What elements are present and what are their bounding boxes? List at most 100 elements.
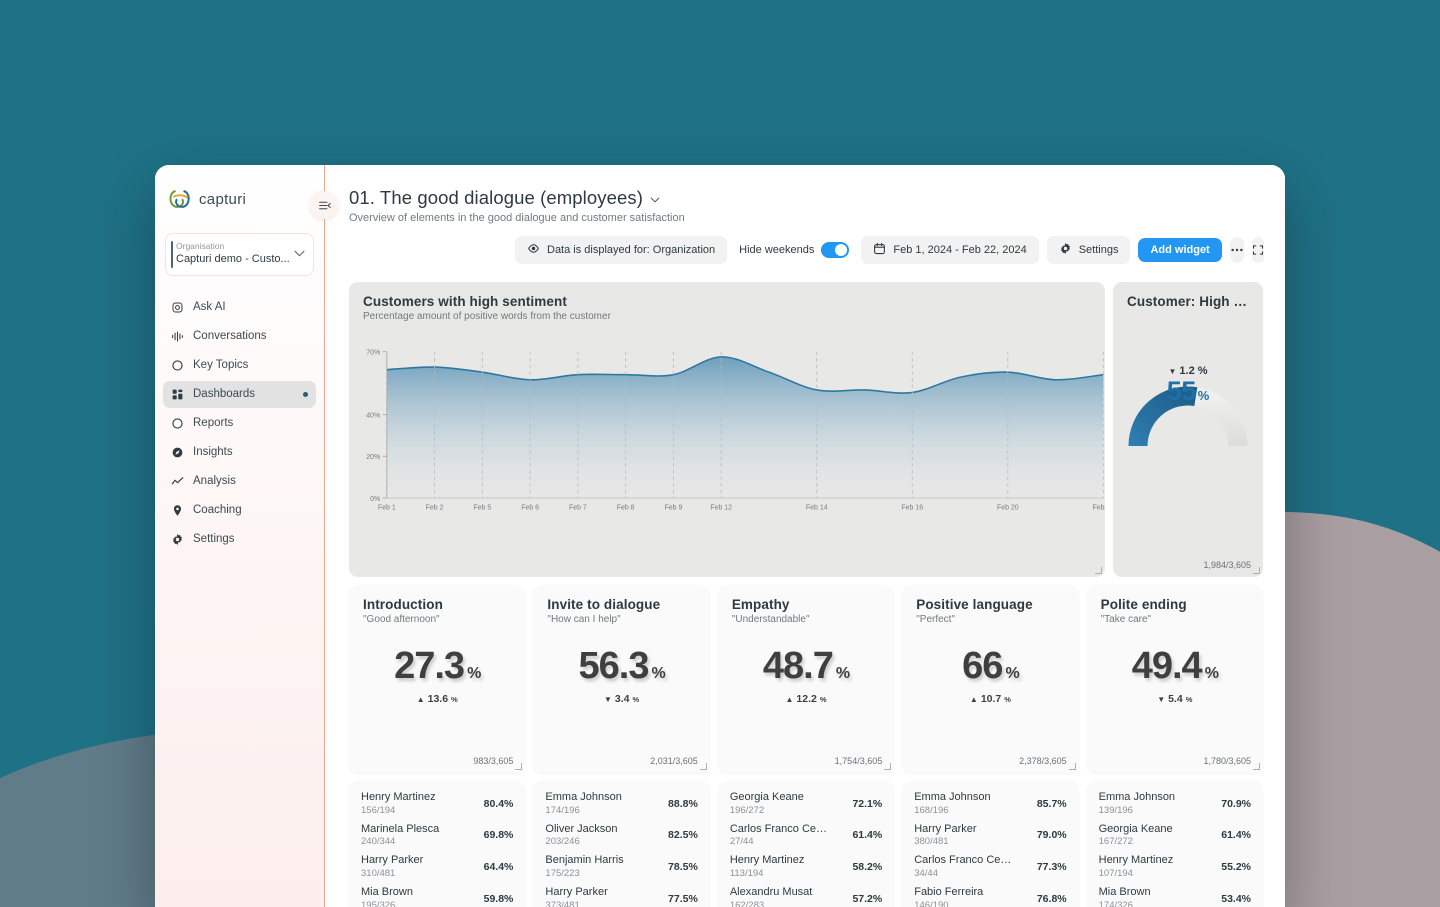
leaderboard-percent: 88.8% xyxy=(668,797,698,810)
resize-handle[interactable] xyxy=(515,763,523,770)
metric-unit: % xyxy=(1005,665,1019,682)
leaderboard-row[interactable]: Mia Brown 195/326 59.8% xyxy=(361,886,513,907)
ellipsis-icon xyxy=(1231,248,1243,252)
settings-label: Settings xyxy=(1078,244,1119,256)
date-range-picker[interactable]: Feb 1, 2024 - Feb 22, 2024 xyxy=(861,236,1039,264)
leaderboard-row[interactable]: Harry Parker 373/481 77.5% xyxy=(545,886,697,907)
leaderboard-name: Henry Martinez xyxy=(361,791,436,803)
more-options-button[interactable] xyxy=(1229,237,1244,263)
metric-card: Polite ending "Take care" 49.4% ▼ 5.4% 1,780/… xyxy=(1086,585,1264,773)
leaderboard-row[interactable]: Emma Johnson 174/196 88.8% xyxy=(545,791,697,817)
trendline-icon xyxy=(171,475,184,488)
sidebar-item-settings[interactable]: Settings xyxy=(163,526,316,553)
data-scope-chip[interactable]: Data is displayed for: Organization xyxy=(515,236,728,264)
metric-card: Empathy "Understandable" 48.7% ▲ 12.2% 1,754/… xyxy=(717,585,895,773)
svg-text:0%: 0% xyxy=(370,496,380,503)
metric-card-title: Positive language xyxy=(916,597,1033,612)
leaderboard-name: Mia Brown xyxy=(1098,885,1151,898)
svg-text:Feb 8: Feb 8 xyxy=(617,505,635,512)
resize-handle[interactable] xyxy=(1253,763,1261,770)
waveform-icon xyxy=(171,330,184,343)
sidebar-item-reports[interactable]: Reports xyxy=(163,410,316,437)
sidebar-item-ask-ai[interactable]: Ask AI xyxy=(163,294,316,321)
leaderboard-row[interactable]: Fabio Ferreira 146/190 76.8% xyxy=(914,886,1066,907)
leaderboard-row[interactable]: Georgia Keane 196/272 72.1% xyxy=(730,791,882,817)
metric-card-quote: "How can I help" xyxy=(547,614,621,625)
leaderboard-row[interactable]: Mia Brown 174/326 53.4% xyxy=(1099,886,1251,907)
leaderboard-row[interactable]: Emma Johnson 168/196 85.7% xyxy=(914,791,1066,817)
leaderboard-row[interactable]: Henry Martinez 107/194 55.2% xyxy=(1099,854,1251,880)
metric-unit: % xyxy=(467,665,481,682)
leaderboard-fraction: 174/196 xyxy=(545,804,580,816)
leaderboard-fraction: 107/194 xyxy=(1098,868,1133,879)
resize-handle[interactable] xyxy=(699,763,707,770)
leaderboard-row[interactable]: Henry Martinez 156/194 80.4% xyxy=(361,791,513,817)
leaderboard-person: Emma Johnson 174/196 xyxy=(545,791,662,817)
metric-value-row: 27.3% xyxy=(394,647,481,685)
fullscreen-icon xyxy=(1252,245,1263,255)
leaderboard-person: Alexandru Musat 162/283 xyxy=(730,886,847,907)
sidebar-item-label: Ask AI xyxy=(193,301,226,314)
sidebar-item-coaching[interactable]: Coaching xyxy=(163,497,316,524)
leaderboard-name: Fabio Ferreira xyxy=(914,885,984,898)
hide-weekends-toggle[interactable] xyxy=(821,242,850,258)
leaderboard-person: Mia Brown 174/326 xyxy=(1099,886,1216,907)
leaderboard-person: Harry Parker 380/481 xyxy=(914,823,1031,849)
area-chart-labels-svg: 0% 20% 40% 70% Feb 1 Feb 2 Feb 5 Feb 6 Feb 7 Feb … xyxy=(366,350,1105,512)
leaderboard-fraction: 174/326 xyxy=(1098,899,1133,907)
organisation-selector[interactable]: Organisation Capturi demo - Custo... xyxy=(165,233,314,276)
leaderboard-fraction: 380/481 xyxy=(914,836,949,848)
page-title-chevron-down-icon[interactable] xyxy=(650,195,660,206)
pin-icon xyxy=(171,504,184,517)
leaderboard-row[interactable]: Benjamin Harris 175/223 78.5% xyxy=(545,854,697,880)
leaderboard-name: Georgia Keane xyxy=(729,791,804,803)
leaderboard-row[interactable]: Emma Johnson 139/196 70.9% xyxy=(1099,791,1251,817)
resize-handle[interactable] xyxy=(1253,567,1260,574)
compass-icon xyxy=(171,446,184,459)
sidebar-item-insights[interactable]: Insights xyxy=(163,439,316,466)
settings-button[interactable]: Settings xyxy=(1046,236,1131,264)
leaderboard-row[interactable]: Alexandru Musat 162/283 57.2% xyxy=(730,886,882,907)
eye-icon xyxy=(527,242,540,258)
arrow-up-icon: ▲ xyxy=(785,694,794,704)
resize-handle[interactable] xyxy=(884,763,892,770)
leaderboard-row[interactable]: Harry Parker 380/481 79.0% xyxy=(914,823,1066,849)
app-logo[interactable]: capturi xyxy=(155,165,324,211)
leaderboard-row[interactable]: Carlos Franco Ce… 34/44 77.3% xyxy=(914,854,1066,880)
leaderboard-row[interactable]: Marinela Plesca 240/344 69.8% xyxy=(361,823,513,849)
leaderboard-row[interactable]: Oliver Jackson 203/246 82.5% xyxy=(545,823,697,849)
sidebar-collapse-button[interactable] xyxy=(310,191,338,219)
metric-value-block: 27.3% ▲ 13.6% xyxy=(349,647,525,705)
resize-handle[interactable] xyxy=(1095,567,1102,574)
leaderboard-percent: 58.2% xyxy=(852,861,883,874)
svg-text:Feb 5: Feb 5 xyxy=(473,505,491,512)
sidebar-item-key-topics[interactable]: Key Topics xyxy=(163,352,316,379)
hide-weekends-control[interactable]: Hide weekends xyxy=(735,236,853,264)
metric-card-quote: "Understandable" xyxy=(731,614,810,625)
fullscreen-button[interactable] xyxy=(1251,237,1264,263)
leaderboard-percent: 72.1% xyxy=(852,797,883,810)
add-widget-button[interactable]: Add widget xyxy=(1138,238,1222,262)
chart-plot-area: 0% 20% 40% 70% Feb 1 Feb 2 Feb 5 Feb 6 Feb 7 Feb … xyxy=(349,326,1105,541)
metric-unit: % xyxy=(835,665,850,682)
metric-delta: ▼ 5.4% xyxy=(1087,693,1263,705)
leaderboard-row: Henry Martinez 156/194 80.4% Marinela Plesc… xyxy=(349,781,1264,907)
sidebar-item-analysis[interactable]: Analysis xyxy=(163,468,316,495)
gear-icon xyxy=(171,533,184,546)
leaderboard-row[interactable]: Carlos Franco Ce… 27/44 61.4% xyxy=(730,823,882,849)
leaderboard-row[interactable]: Henry Martinez 113/194 58.2% xyxy=(730,854,882,880)
leaderboard-row[interactable]: Georgia Keane 167/272 61.4% xyxy=(1099,823,1251,849)
leaderboard-percent: 79.0% xyxy=(1036,829,1067,842)
dashboard-grid: Customers with high sentiment Percentage… xyxy=(325,264,1285,907)
leaderboard-fraction: 203/246 xyxy=(545,836,580,848)
metric-value: 66 xyxy=(962,645,1003,687)
chevron-down-icon xyxy=(294,248,305,260)
leaderboard-person: Benjamin Harris 175/223 xyxy=(545,854,662,880)
sidebar-item-dashboards[interactable]: Dashboards xyxy=(163,380,316,408)
leaderboard-name: Harry Parker xyxy=(914,822,977,835)
leaderboard-person: Harry Parker 310/481 xyxy=(361,854,478,880)
sidebar-item-conversations[interactable]: Conversations xyxy=(163,323,316,350)
resize-handle[interactable] xyxy=(1068,763,1076,770)
leaderboard-row[interactable]: Harry Parker 310/481 64.4% xyxy=(361,854,513,880)
hide-weekends-label: Hide weekends xyxy=(739,244,815,256)
